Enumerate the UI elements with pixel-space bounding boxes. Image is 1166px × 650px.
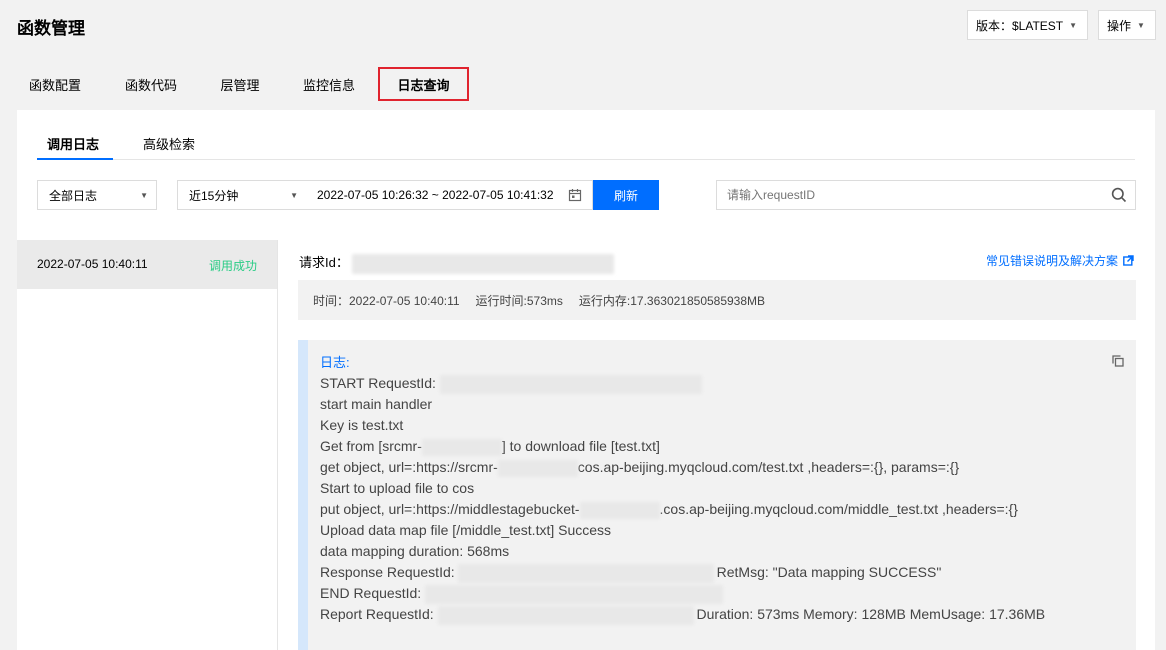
log-line-text: get object, url=:https://srcmr- xyxy=(320,459,498,475)
tab-monitoring[interactable]: 监控信息 xyxy=(287,67,371,101)
error-help-link-text: 常见错误说明及解决方案 xyxy=(986,254,1119,268)
error-help-link[interactable]: 常见错误说明及解决方案 xyxy=(986,252,1134,269)
tab-advanced-search[interactable]: 高级检索 xyxy=(143,134,213,160)
log-lines: START RequestId: start main handler Key … xyxy=(320,373,1045,625)
time-range-select[interactable]: 近15分钟 ▼ xyxy=(177,180,307,210)
log-line: Report RequestId: Duration: 573ms Memory… xyxy=(320,604,1045,625)
tab-function-code[interactable]: 函数代码 xyxy=(109,67,193,101)
log-line-text: Upload data map file [/middle_test.txt] … xyxy=(320,522,612,538)
date-range-picker[interactable]: 2022-07-05 10:26:32 ~ 2022-07-05 10:41:3… xyxy=(306,180,593,210)
log-type-select[interactable]: 全部日志 ▼ xyxy=(37,180,157,210)
external-link-icon xyxy=(1123,255,1134,266)
tab-invocation-logs[interactable]: 调用日志 xyxy=(37,134,113,160)
redacted-value xyxy=(439,374,702,394)
log-type-value: 全部日志 xyxy=(49,188,98,203)
redacted-request-id xyxy=(352,253,615,274)
log-line: Key is test.txt xyxy=(320,415,1045,436)
log-line: start main handler xyxy=(320,394,1045,415)
redacted-value xyxy=(421,438,502,456)
log-line-text: Get from [srcmr- xyxy=(320,438,422,454)
request-id-search-input[interactable] xyxy=(716,180,1136,210)
copy-icon[interactable] xyxy=(1112,354,1124,372)
redacted-value xyxy=(437,605,694,625)
log-line-text: Response RequestId: xyxy=(320,564,455,580)
log-line-text: put object, url=:https://middlestagebuck… xyxy=(320,501,580,517)
log-line-text: ] to download file [test.txt] xyxy=(501,438,660,454)
log-line-text: data mapping duration: 568ms xyxy=(320,543,510,559)
request-id-label: 请求Id： xyxy=(299,255,349,270)
caret-down-icon: ▼ xyxy=(1137,20,1145,30)
log-line: Upload data map file [/middle_test.txt] … xyxy=(320,520,1045,541)
info-duration: 运行时间:573ms xyxy=(475,293,563,308)
redacted-value xyxy=(497,459,578,477)
log-line-text: Duration: 573ms Memory: 128MB MemUsage: … xyxy=(696,606,1046,622)
log-list: 2022-07-05 10:40:11 调用成功 xyxy=(17,240,278,650)
log-line: data mapping duration: 568ms xyxy=(320,541,1045,562)
info-time: 时间：2022-07-05 10:40:11 xyxy=(313,293,460,308)
log-line-text: cos.ap-beijing.myqcloud.com/test.txt ,he… xyxy=(577,459,960,475)
tab-function-config[interactable]: 函数配置 xyxy=(17,67,93,101)
log-line-text: Report RequestId: xyxy=(320,606,438,622)
redacted-value xyxy=(579,501,660,519)
calendar-icon xyxy=(568,188,582,205)
log-line-text: .cos.ap-beijing.myqcloud.com/middle_test… xyxy=(659,501,1018,517)
search-icon[interactable] xyxy=(1111,187,1127,208)
log-line-text: END RequestId: xyxy=(320,585,426,601)
log-line-text: Key is test.txt xyxy=(320,417,404,433)
log-line: Start to upload file to cos xyxy=(320,478,1045,499)
log-line: START RequestId: xyxy=(320,373,1045,394)
time-range-value: 近15分钟 xyxy=(189,188,239,203)
log-line: Response RequestId: RetMsg: "Data mapping… xyxy=(320,562,1045,583)
version-label: 版本：$LATEST xyxy=(976,18,1064,33)
tab-log-query[interactable]: 日志查询 xyxy=(378,67,469,101)
redacted-value xyxy=(457,563,714,583)
log-line-text: RetMsg: "Data mapping SUCCESS" xyxy=(716,564,942,580)
list-item[interactable]: 2022-07-05 10:40:11 调用成功 xyxy=(17,240,277,289)
log-line: END RequestId: xyxy=(320,583,1045,604)
operations-label: 操作 xyxy=(1107,18,1132,33)
redacted-value xyxy=(425,584,724,604)
log-title: 日志: xyxy=(320,355,350,370)
refresh-button[interactable]: 刷新 xyxy=(593,180,659,210)
log-line: get object, url=:https://srcmr-cos.ap-be… xyxy=(320,457,1045,478)
tab-layer-management[interactable]: 层管理 xyxy=(209,67,271,101)
log-query-panel: 调用日志 高级检索 全部日志 ▼ 近15分钟 ▼ 2022-07-05 10:2… xyxy=(17,110,1155,650)
log-line: Get from [srcmr- ] to download file [test… xyxy=(320,436,1045,457)
log-content-box: 日志: START RequestId: start main handler … xyxy=(298,340,1136,650)
sub-tabs: 调用日志 高级检索 xyxy=(37,134,1135,160)
invocation-info-bar: 时间：2022-07-05 10:40:11 运行时间:573ms 运行内存:1… xyxy=(298,280,1136,320)
caret-down-icon: ▼ xyxy=(140,191,148,200)
log-line-text: Start to upload file to cos xyxy=(320,480,475,496)
log-line-text: START RequestId: xyxy=(320,375,440,391)
log-item-time: 2022-07-05 10:40:11 xyxy=(37,257,148,271)
log-line-text: start main handler xyxy=(320,396,433,412)
operations-dropdown[interactable]: 操作 ▼ xyxy=(1098,10,1156,40)
caret-down-icon: ▼ xyxy=(1069,20,1078,30)
page-title: 函数管理 xyxy=(17,19,85,38)
request-id-row: 请求Id： xyxy=(299,252,615,274)
info-memory: 运行内存:17.363021850585938MB xyxy=(578,293,766,308)
caret-down-icon: ▼ xyxy=(290,191,298,200)
date-range-value: 2022-07-05 10:26:32 ~ 2022-07-05 10:41:3… xyxy=(317,188,554,202)
version-dropdown[interactable]: 版本：$LATEST ▼ xyxy=(967,10,1088,40)
log-item-status: 调用成功 xyxy=(208,259,257,273)
log-line: put object, url=:https://middlestagebuck… xyxy=(320,499,1045,520)
